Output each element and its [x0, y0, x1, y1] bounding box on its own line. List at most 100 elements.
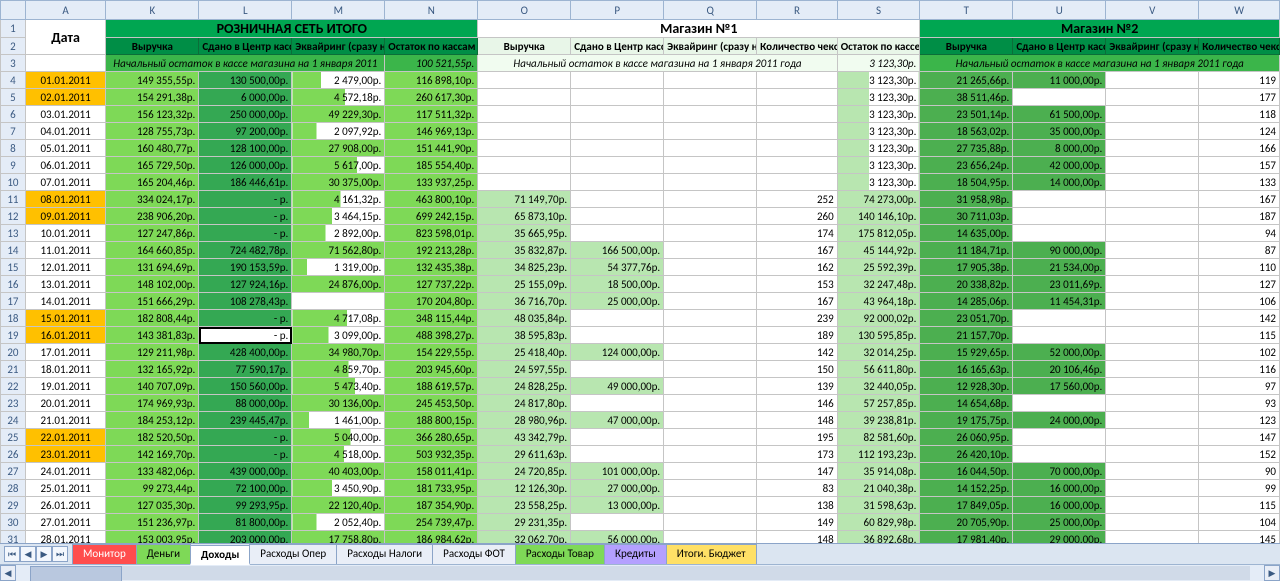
cell[interactable]: 112 193,23р. — [837, 446, 920, 463]
cell[interactable]: 167 — [1199, 191, 1280, 208]
row-number[interactable]: 25 — [1, 429, 26, 446]
cell[interactable] — [478, 157, 571, 174]
cell[interactable] — [757, 157, 838, 174]
cell[interactable]: 106 — [1199, 293, 1280, 310]
tab-nav-next[interactable]: ▶ — [36, 546, 52, 562]
cell[interactable]: 108 278,43р. — [199, 293, 292, 310]
cell[interactable] — [1013, 225, 1106, 242]
cell[interactable]: 151 236,97р. — [106, 514, 199, 531]
cell[interactable]: 165 204,46р. — [106, 174, 199, 191]
cell[interactable]: 142 — [757, 344, 838, 361]
cell[interactable]: 140 707,09р. — [106, 378, 199, 395]
cell[interactable]: 192 213,28р. — [385, 242, 478, 259]
cell[interactable]: 42 000,00р. — [1013, 157, 1106, 174]
cell[interactable]: 190 153,59р. — [199, 259, 292, 276]
cell[interactable]: 1 319,00р. — [292, 259, 385, 276]
col-K[interactable]: K — [106, 1, 199, 20]
cell[interactable]: 439 000,00р. — [199, 463, 292, 480]
col-A[interactable]: A — [25, 1, 106, 20]
cell-date[interactable]: 15.01.2011 — [25, 310, 106, 327]
cell[interactable] — [1106, 157, 1199, 174]
cell[interactable]: 25 418,40р. — [478, 344, 571, 361]
col-U[interactable]: U — [1013, 1, 1106, 20]
cell[interactable]: 119 — [1199, 72, 1280, 89]
col-P[interactable]: P — [571, 1, 664, 20]
cell-date[interactable]: 18.01.2011 — [25, 361, 106, 378]
cell[interactable]: 52 000,00р. — [1013, 344, 1106, 361]
col-W[interactable]: W — [1199, 1, 1280, 20]
cell-date[interactable]: 21.01.2011 — [25, 412, 106, 429]
cell[interactable]: 252 — [757, 191, 838, 208]
cell-date[interactable]: 07.01.2011 — [25, 174, 106, 191]
cell[interactable] — [571, 310, 664, 327]
cell[interactable]: 21 040,38р. — [837, 480, 920, 497]
row-number[interactable]: 5 — [1, 89, 26, 106]
cell[interactable]: 148 — [757, 412, 838, 429]
cell[interactable]: 148 102,00р. — [106, 276, 199, 293]
cell[interactable] — [571, 89, 664, 106]
cell[interactable]: 12 928,30р. — [920, 378, 1013, 395]
col-Q[interactable]: Q — [664, 1, 757, 20]
cell[interactable] — [664, 429, 757, 446]
cell[interactable]: 148 — [757, 531, 838, 544]
cell[interactable]: 157 — [1199, 157, 1280, 174]
cell[interactable]: 152 — [1199, 446, 1280, 463]
cell[interactable]: 16 000,00р. — [1013, 497, 1106, 514]
cell[interactable]: 81 800,00р. — [199, 514, 292, 531]
cell[interactable]: 250 000,00р. — [199, 106, 292, 123]
cell[interactable]: 8 000,00р. — [1013, 140, 1106, 157]
cell[interactable]: 428 400,00р. — [199, 344, 292, 361]
cell[interactable]: 127 035,30р. — [106, 497, 199, 514]
cell[interactable] — [571, 157, 664, 174]
cell[interactable] — [664, 259, 757, 276]
cell[interactable]: 29 000,00р. — [1013, 531, 1106, 544]
cell[interactable] — [664, 531, 757, 544]
cell[interactable]: 21 265,66р. — [920, 72, 1013, 89]
cell[interactable]: 34 980,70р. — [292, 344, 385, 361]
cell-date[interactable]: 26.01.2011 — [25, 497, 106, 514]
cell[interactable]: 3 123,30р. — [837, 157, 920, 174]
cell[interactable]: 29 231,35р. — [478, 514, 571, 531]
cell[interactable] — [664, 276, 757, 293]
cell[interactable]: 56 000,00р. — [571, 531, 664, 544]
cell[interactable]: 150 — [757, 361, 838, 378]
cell[interactable] — [664, 140, 757, 157]
cell-date[interactable]: 16.01.2011 — [25, 327, 106, 344]
cell[interactable]: 189 — [757, 327, 838, 344]
cell[interactable]: 49 229,30р. — [292, 106, 385, 123]
cell[interactable]: 503 932,35р. — [385, 446, 478, 463]
row-number[interactable]: 16 — [1, 276, 26, 293]
cell[interactable]: 133 937,25р. — [385, 174, 478, 191]
cell[interactable]: 174 969,93р. — [106, 395, 199, 412]
cell[interactable]: 127 247,86р. — [106, 225, 199, 242]
cell[interactable]: 2 892,00р. — [292, 225, 385, 242]
row-number[interactable]: 29 — [1, 497, 26, 514]
row-number[interactable]: 23 — [1, 395, 26, 412]
cell[interactable]: 48 035,84р. — [478, 310, 571, 327]
cell[interactable] — [757, 72, 838, 89]
hscroll-track[interactable] — [30, 566, 1250, 580]
cell[interactable]: 11 000,00р. — [1013, 72, 1106, 89]
cell[interactable]: 488 398,27р. — [385, 327, 478, 344]
cell[interactable]: 160 480,77р. — [106, 140, 199, 157]
row-number[interactable]: 21 — [1, 361, 26, 378]
cell[interactable] — [664, 106, 757, 123]
cell[interactable] — [664, 157, 757, 174]
cell[interactable]: 18 504,95р. — [920, 174, 1013, 191]
cell[interactable] — [478, 123, 571, 140]
cell[interactable]: 115 — [1199, 327, 1280, 344]
table-row[interactable]: 1815.01.2011182 808,44р.- р.4 717,08р.34… — [1, 310, 1280, 327]
row-number[interactable]: 11 — [1, 191, 26, 208]
cell[interactable]: 4 859,70р. — [292, 361, 385, 378]
table-row[interactable]: 1411.01.2011164 660,85р.724 482,78р.71 5… — [1, 242, 1280, 259]
cell[interactable] — [757, 106, 838, 123]
cell[interactable]: 70 000,00р. — [1013, 463, 1106, 480]
cell[interactable]: 2 052,40р. — [292, 514, 385, 531]
row-number[interactable]: 6 — [1, 106, 26, 123]
cell[interactable]: 30 711,03р. — [920, 208, 1013, 225]
cell[interactable] — [664, 344, 757, 361]
cell[interactable]: 146 — [757, 395, 838, 412]
hscroll-right[interactable]: ▶ — [1264, 565, 1280, 581]
cell[interactable]: 158 011,41р. — [385, 463, 478, 480]
row-number[interactable]: 26 — [1, 446, 26, 463]
